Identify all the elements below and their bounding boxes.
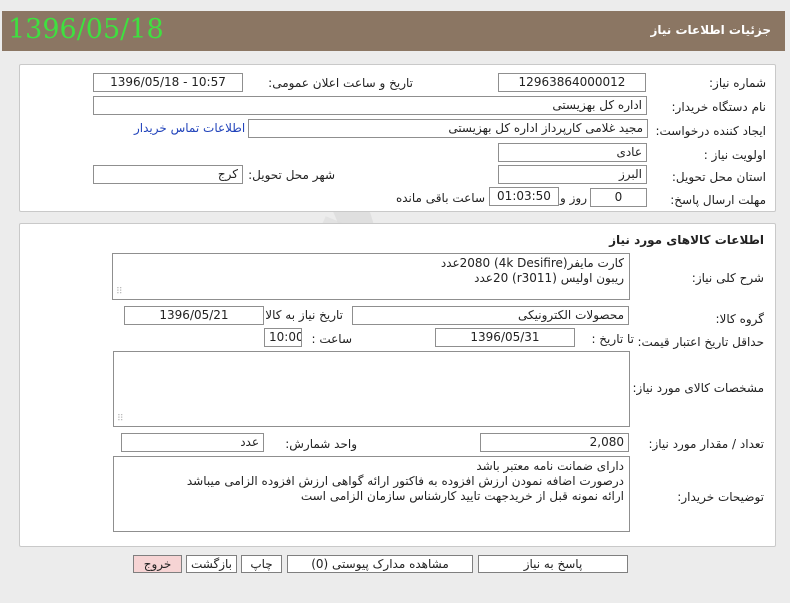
creator-field: مجید غلامی کارپرداز اداره کل بهزیستی xyxy=(248,119,648,138)
goods-section-title: اطلاعات کالاهای مورد نیاز xyxy=(609,233,764,247)
creator-label: ایجاد کننده درخواست: xyxy=(655,124,766,138)
resize-grip-icon[interactable]: ⠿ xyxy=(116,288,123,297)
unit-field: عدد xyxy=(121,433,264,452)
specs-label: مشخصات کالای مورد نیاز: xyxy=(632,381,764,395)
view-attachments-button[interactable]: مشاهده مدارک پیوستی (0) xyxy=(287,555,473,573)
hour-field: 10:00 xyxy=(264,328,302,347)
need-date-field: 1396/05/21 xyxy=(124,306,264,325)
days-unit: روز و xyxy=(560,191,587,205)
specs-box: ⠿ xyxy=(113,351,630,427)
buyer-notes-box: دارای ضمانت نامه معتبر باشد درصورت اضافه… xyxy=(113,456,630,532)
notes-line-3: ارائه نمونه قبل از خریدجهت تایید کارشناس… xyxy=(300,489,624,503)
buyer-notes-label: توضیحات خریدار: xyxy=(677,490,764,504)
buyer-org-label: نام دستگاه خریدار: xyxy=(671,100,767,114)
buyer-contact-link[interactable]: اطلاعات تماس خریدار xyxy=(134,121,245,135)
quantity-field: 2,080 xyxy=(480,433,629,452)
need-number-field: 12963864000012 xyxy=(498,73,646,92)
city-label: شهر محل تحویل: xyxy=(248,168,335,182)
summary-label: شرح کلی نیاز: xyxy=(691,271,764,285)
priority-field: عادی xyxy=(498,143,647,162)
hour-label: ساعت : xyxy=(311,332,352,346)
summary-line-1: کارت مایفر(4k Desifire) 2080عدد xyxy=(440,256,624,270)
print-button[interactable]: چاپ xyxy=(241,555,282,573)
notes-line-1: دارای ضمانت نامه معتبر باشد xyxy=(476,459,624,473)
need-date-label: تاریخ نیاز به کالا: xyxy=(261,308,343,322)
buyer-org-field: اداره کل بهزیستی xyxy=(93,96,647,115)
header-date: 1396/05/18 xyxy=(8,14,164,45)
need-number-label: شماره نیاز: xyxy=(709,76,766,90)
days-field: 0 xyxy=(590,188,647,207)
province-field: البرز xyxy=(498,165,647,184)
goods-group-field: محصولات الکترونیکی xyxy=(352,306,629,325)
summary-line-2: ریبون اولیس (r3011) 20عدد xyxy=(474,271,624,285)
time-left-suffix: ساعت باقی مانده xyxy=(395,191,485,205)
priority-label: اولویت نیاز : xyxy=(703,148,766,162)
summary-box: کارت مایفر(4k Desifire) 2080عدد ریبون او… xyxy=(112,253,630,300)
resize-grip-icon[interactable]: ⠿ xyxy=(117,415,124,424)
quantity-label: تعداد / مقدار مورد نیاز: xyxy=(648,437,764,451)
until-date-label: تا تاریخ : xyxy=(591,332,634,346)
back-button[interactable]: بازگشت xyxy=(186,555,237,573)
unit-label: واحد شمارش: xyxy=(285,437,357,451)
reply-to-need-button[interactable]: پاسخ به نیاز xyxy=(478,555,628,573)
exit-button[interactable]: خروج xyxy=(133,555,182,573)
announce-label: تاریخ و ساعت اعلان عمومی: xyxy=(268,76,413,90)
city-field: کرج xyxy=(93,165,243,184)
validity-date-field: 1396/05/31 xyxy=(435,328,575,347)
header-bar: 1396/05/18 جزئیات اطلاعات نیاز xyxy=(2,11,785,51)
announce-field: 1396/05/18 - 10:57 xyxy=(93,73,243,92)
time-left-field: 01:03:50 xyxy=(489,187,559,206)
page-title: جزئیات اطلاعات نیاز xyxy=(650,23,771,37)
notes-line-2: درصورت اضافه نمودن ارزش افزوده به فاکتور… xyxy=(186,474,624,488)
deadline-label: مهلت ارسال پاسخ: xyxy=(670,193,766,207)
province-label: استان محل تحویل: xyxy=(671,170,766,184)
goods-group-label: گروه کالا: xyxy=(715,312,765,326)
price-validity-label: حداقل تاریخ اعتبار قیمت: xyxy=(637,335,764,349)
